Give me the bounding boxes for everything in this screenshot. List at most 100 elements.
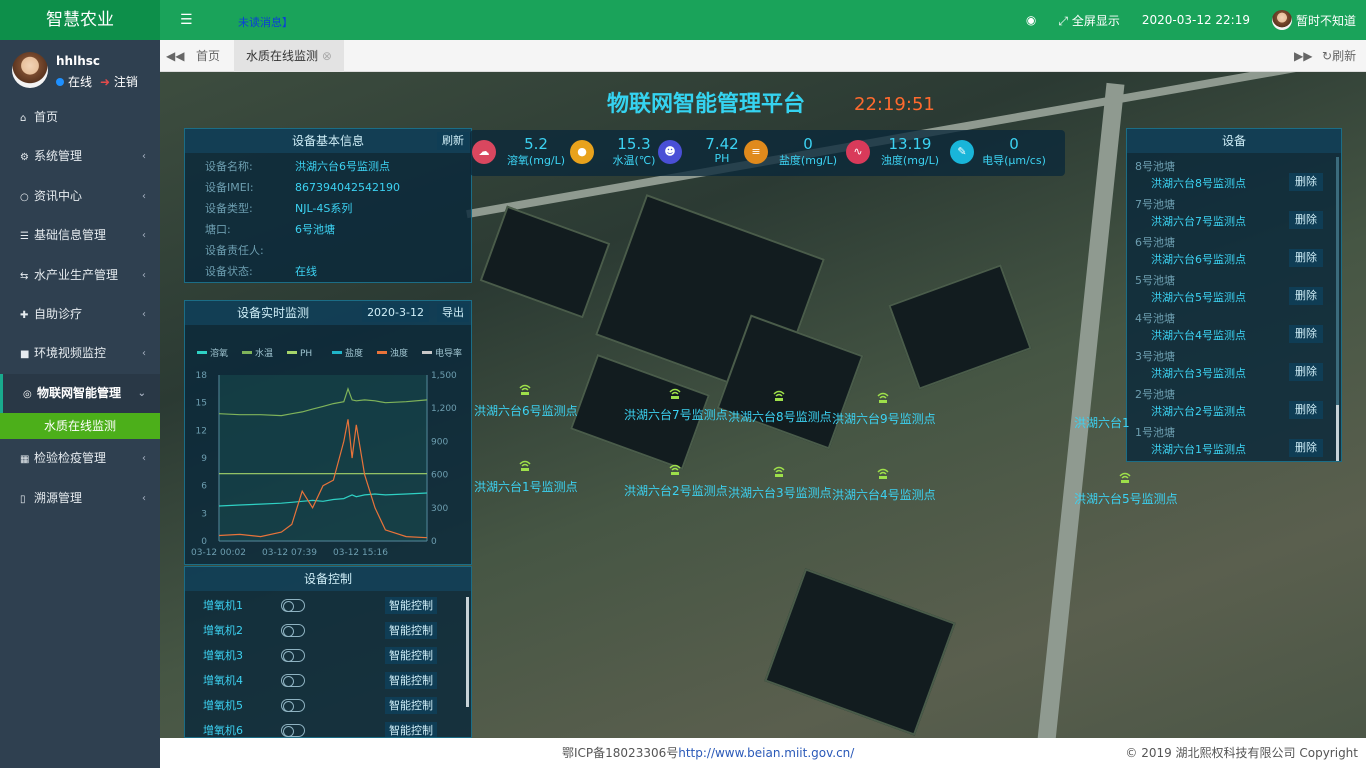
map-marker[interactable]: 洪湖六台9号监测点 <box>832 392 936 427</box>
delete-button[interactable]: 删除 <box>1289 439 1323 457</box>
wifi-icon <box>877 392 889 403</box>
device-info-refresh-button[interactable]: 刷新 <box>437 132 469 150</box>
export-button[interactable]: 导出 <box>437 304 469 322</box>
delete-button[interactable]: 删除 <box>1289 287 1323 305</box>
submenu-item-water-quality[interactable]: 水质在线监测 <box>0 413 160 440</box>
aerator-toggle[interactable] <box>281 624 305 637</box>
device-link[interactable]: 洪湖六台3号监测点 <box>1151 365 1246 381</box>
device-info-title: 设备基本信息 <box>291 134 364 148</box>
device-link[interactable]: 洪湖六台2号监测点 <box>1151 403 1246 419</box>
device-list-item: 7号池塘 洪湖六台7号监测点 删除 <box>1127 193 1341 231</box>
aerator-toggle[interactable] <box>281 699 305 712</box>
tab-water-quality[interactable]: 水质在线监测 ⊗ <box>234 40 344 72</box>
sidebar-item-basic-info[interactable]: ☰ 基础信息管理 ‹ <box>0 216 160 255</box>
beian-link[interactable]: http://www.beian.miit.gov.cn/ <box>678 746 854 760</box>
exchange-icon: ⇆ <box>20 270 29 282</box>
group-icon: ☻ <box>658 140 682 164</box>
smart-control-button[interactable]: 智能控制 <box>385 672 437 689</box>
map-marker[interactable]: 洪湖六台4号监测点 <box>832 468 936 503</box>
sidebar-item-inspection[interactable]: ▦ 检验检疫管理 ‹ <box>0 439 160 478</box>
video-icon: ■ <box>20 349 30 361</box>
refresh-icon: ↻ <box>1322 49 1333 63</box>
device-link[interactable]: 洪湖六台5号监测点 <box>1151 289 1246 305</box>
sidebar-item-trace[interactable]: ▯ 溯源管理 ‹ <box>0 479 160 518</box>
legend-swatch <box>377 351 387 354</box>
sensor-salinity: ≡ 0 盐度(mg/L) <box>744 130 842 176</box>
map-marker[interactable]: 洪湖六台1 <box>1074 414 1130 431</box>
aerator-toggle[interactable] <box>281 724 305 737</box>
online-status-icon <box>56 78 64 86</box>
y-tick-label-left: 12 <box>196 426 207 436</box>
user-profile: hhlhsc 在线 ➜ 注销 <box>0 40 160 98</box>
gear-icon: ⚙ <box>20 152 29 164</box>
dashboard-icon[interactable]: ◉ <box>1026 13 1036 27</box>
menu-toggle-icon[interactable]: ☰ <box>180 12 193 28</box>
x-tick-label: 03-12 00:02 <box>191 548 246 558</box>
smart-control-button[interactable]: 智能控制 <box>385 697 437 714</box>
map-view[interactable]: 物联网智能管理平台 22:19:51 设备基本信息 刷新 设备名称: 洪湖六台6号监… <box>160 72 1366 738</box>
fullscreen-button[interactable]: ⤢ 全屏显示 <box>1058 12 1119 29</box>
logout-link[interactable]: 注销 <box>114 75 138 89</box>
device-list-item: 3号池塘 洪湖六台3号监测点 删除 <box>1127 345 1341 383</box>
chevron-left-icon: ‹ <box>142 151 146 163</box>
smart-control-button[interactable]: 智能控制 <box>385 647 437 664</box>
delete-button[interactable]: 删除 <box>1289 249 1323 267</box>
sidebar-item-iot[interactable]: ◎ 物联网智能管理 ⌄ <box>0 373 160 414</box>
delete-button[interactable]: 删除 <box>1289 173 1323 191</box>
device-link[interactable]: 洪湖六台7号监测点 <box>1151 213 1246 229</box>
smart-control-button[interactable]: 智能控制 <box>385 722 437 737</box>
sidebar-item-diagnosis[interactable]: ✚ 自助诊疗 ‹ <box>0 295 160 334</box>
device-info-row: 设备责任人: <box>205 244 264 257</box>
legend-label: 浊度 <box>390 347 408 359</box>
map-marker[interactable]: 洪湖六台1号监测点 <box>474 460 578 495</box>
sensor-turbidity: ∿ 13.19 浊度(mg/L) <box>846 130 944 176</box>
scrollbar[interactable] <box>1336 157 1339 461</box>
scrollbar[interactable] <box>466 597 469 707</box>
device-info-row: 塘口: 6号池塘 <box>205 223 335 236</box>
device-link[interactable]: 洪湖六台6号监测点 <box>1151 251 1246 267</box>
x-tick-label: 03-12 07:39 <box>262 548 317 558</box>
legend-swatch <box>197 351 207 354</box>
date-picker[interactable]: 2020-3-12 <box>362 304 429 322</box>
map-marker[interactable]: 洪湖六台8号监测点 <box>728 390 832 425</box>
delete-button[interactable]: 删除 <box>1289 401 1323 419</box>
aerator-toggle[interactable] <box>281 649 305 662</box>
delete-button[interactable]: 删除 <box>1289 211 1323 229</box>
tab-scroll-left-icon[interactable]: ◀◀ <box>166 40 184 72</box>
map-marker[interactable]: 洪湖六台2号监测点 <box>624 464 728 499</box>
device-link[interactable]: 洪湖六台1号监测点 <box>1151 441 1246 457</box>
tab-scroll-right-icon[interactable]: ▶▶ <box>1294 40 1312 72</box>
smart-control-button[interactable]: 智能控制 <box>385 597 437 614</box>
sensor-dissolved-oxygen: ☁ 5.2 溶氧(mg/L) <box>472 130 570 176</box>
sidebar-item-home[interactable]: ⌂ 首页 <box>0 98 160 137</box>
globe-icon: ◎ <box>23 388 32 400</box>
map-marker[interactable]: 洪湖六台7号监测点 <box>624 388 728 423</box>
sidebar-item-news[interactable]: ○ 资讯中心 ‹ <box>0 177 160 216</box>
y-tick-label-right: 900 <box>431 437 448 447</box>
smart-control-button[interactable]: 智能控制 <box>385 622 437 639</box>
delete-button[interactable]: 删除 <box>1289 325 1323 343</box>
tab-bar: ◀◀ 首页 水质在线监测 ⊗ ▶▶ ↻刷新 <box>160 40 1366 72</box>
legend-swatch <box>287 351 297 354</box>
aerator-toggle[interactable] <box>281 599 305 612</box>
device-link[interactable]: 洪湖六台8号监测点 <box>1151 175 1246 191</box>
current-datetime: 2020-03-12 22:19 <box>1141 13 1250 27</box>
sidebar-item-video[interactable]: ■ 环境视频监控 ‹ <box>0 334 160 373</box>
map-marker[interactable]: 洪湖六台6号监测点 <box>474 384 578 419</box>
y-tick-label-right: 1,500 <box>431 371 457 381</box>
device-link[interactable]: 洪湖六台4号监测点 <box>1151 327 1246 343</box>
tab-home[interactable]: 首页 <box>186 40 230 72</box>
legend-label: 水温 <box>255 347 273 359</box>
delete-button[interactable]: 删除 <box>1289 363 1323 381</box>
unread-messages-link[interactable]: 未读消息】 <box>238 14 293 30</box>
close-icon[interactable]: ⊗ <box>322 49 332 63</box>
map-marker[interactable]: 洪湖六台3号监测点 <box>728 466 832 501</box>
sidebar-item-system[interactable]: ⚙ 系统管理 ‹ <box>0 137 160 176</box>
logout-icon[interactable]: ➜ <box>100 75 110 89</box>
aerator-toggle[interactable] <box>281 674 305 687</box>
map-marker[interactable]: 洪湖六台5号监测点 <box>1074 472 1178 507</box>
user-menu[interactable]: 暂时不知道 <box>1271 10 1356 30</box>
refresh-tab-button[interactable]: ↻刷新 <box>1322 40 1356 72</box>
sidebar-item-production[interactable]: ⇆ 水产业生产管理 ‹ <box>0 256 160 295</box>
footer: 鄂ICP备18023306号http://www.beian.miit.gov.… <box>160 738 1366 768</box>
